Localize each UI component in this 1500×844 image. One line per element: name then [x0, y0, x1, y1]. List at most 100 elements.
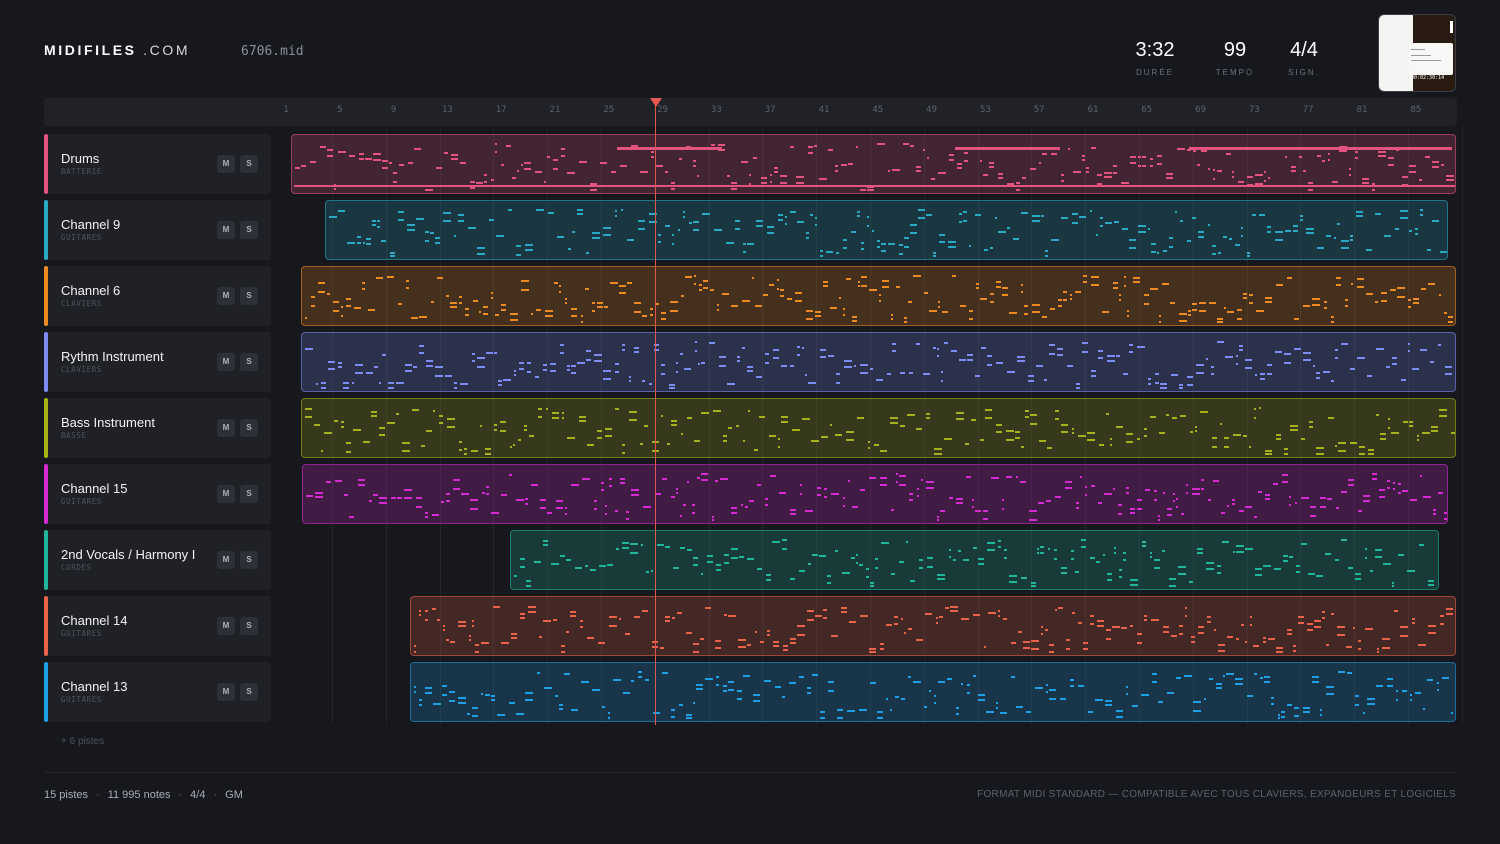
solo-button[interactable]: S — [240, 617, 258, 635]
playhead-line[interactable] — [655, 106, 656, 725]
note — [748, 410, 750, 412]
track-header[interactable]: Channel 13 GUITARES M S — [44, 662, 271, 722]
note — [797, 354, 800, 356]
solo-button[interactable]: S — [240, 551, 258, 569]
track-lane[interactable] — [302, 464, 1448, 524]
note — [1283, 555, 1288, 557]
note — [1350, 442, 1357, 444]
note — [933, 347, 936, 349]
note — [1116, 355, 1120, 357]
note — [886, 624, 892, 626]
mute-button[interactable]: M — [217, 419, 235, 437]
mute-button[interactable]: M — [217, 551, 235, 569]
note — [626, 511, 629, 513]
playhead-marker-icon[interactable] — [650, 98, 662, 107]
note — [715, 480, 718, 482]
solo-button[interactable]: S — [240, 287, 258, 305]
note — [554, 282, 558, 284]
solo-button[interactable]: S — [240, 683, 258, 701]
note — [1031, 648, 1039, 650]
note — [1163, 626, 1169, 628]
solo-button[interactable]: S — [240, 353, 258, 371]
note — [1335, 357, 1338, 359]
note — [545, 315, 553, 317]
track-lane[interactable] — [410, 662, 1456, 722]
note — [876, 379, 883, 381]
note — [1328, 159, 1330, 161]
note — [617, 147, 722, 150]
note — [1007, 183, 1014, 185]
note — [1392, 363, 1397, 365]
note — [379, 497, 387, 499]
note — [778, 446, 780, 448]
note — [315, 496, 323, 498]
note — [705, 678, 713, 680]
note — [1193, 150, 1196, 152]
mute-button[interactable]: M — [217, 617, 235, 635]
mute-button[interactable]: M — [217, 485, 235, 503]
track-name: Bass Instrument — [61, 415, 155, 430]
note — [1366, 293, 1373, 295]
more-tracks-link[interactable]: + 6 pistes — [61, 736, 104, 747]
note — [485, 453, 491, 455]
note — [561, 148, 565, 150]
mute-button[interactable]: M — [217, 221, 235, 239]
note — [528, 606, 536, 608]
note — [1199, 302, 1206, 304]
solo-button[interactable]: S — [240, 221, 258, 239]
track-lane[interactable] — [510, 530, 1439, 590]
site-logo[interactable]: MIDIFILES .COM — [44, 42, 190, 58]
mute-button[interactable]: M — [217, 155, 235, 173]
note — [601, 489, 604, 491]
track-lane[interactable] — [301, 332, 1456, 392]
mute-button[interactable]: M — [217, 287, 235, 305]
solo-button[interactable]: S — [240, 485, 258, 503]
note — [1420, 209, 1423, 211]
note — [944, 342, 948, 344]
note — [1420, 475, 1422, 477]
track-header[interactable]: 2nd Vocals / Harmony I CORDES M S — [44, 530, 271, 590]
solo-button[interactable]: S — [240, 419, 258, 437]
note — [661, 312, 666, 314]
note — [318, 291, 325, 293]
note — [1025, 416, 1029, 418]
note — [782, 696, 785, 698]
note — [1107, 573, 1112, 575]
track-lane[interactable] — [410, 596, 1456, 656]
mute-button[interactable]: M — [217, 353, 235, 371]
track-header[interactable]: Rythm Instrument CLAVIERS M S — [44, 332, 271, 392]
track-lane[interactable] — [301, 266, 1456, 326]
track-lane[interactable] — [301, 398, 1456, 458]
note — [680, 547, 685, 549]
note — [695, 350, 697, 352]
track-header[interactable]: Channel 6 CLAVIERS M S — [44, 266, 271, 326]
note — [605, 505, 607, 507]
note — [926, 481, 934, 483]
mute-button[interactable]: M — [217, 683, 235, 701]
note — [630, 543, 638, 545]
note — [1082, 155, 1085, 157]
track-lane[interactable] — [325, 200, 1448, 260]
note — [975, 510, 981, 512]
track-category: BATTERIE — [61, 167, 102, 176]
note — [1126, 492, 1129, 494]
track-header[interactable]: Bass Instrument BASSE M S — [44, 398, 271, 458]
timeline-ruler[interactable]: 1 5 9 13 17 21 25 29 33 37 41 45 49 53 57 61 65 69 73 77 81 8… — [44, 98, 1457, 126]
track-header[interactable]: Channel 9 GUITARES M S — [44, 200, 271, 260]
note — [1372, 473, 1377, 475]
video-thumbnail[interactable]: 00:02:30:14 — [1378, 14, 1456, 92]
note — [579, 416, 586, 418]
note — [810, 214, 813, 216]
solo-button[interactable]: S — [240, 155, 258, 173]
track-lane[interactable] — [291, 134, 1456, 194]
note — [1314, 620, 1321, 622]
note — [513, 444, 515, 446]
track-name: Channel 9 — [61, 217, 121, 232]
track-header[interactable]: Channel 15 GUITARES M S — [44, 464, 271, 524]
note — [1380, 438, 1386, 440]
note — [783, 645, 788, 647]
track-header[interactable]: Channel 14 GUITARES M S — [44, 596, 271, 656]
note — [948, 241, 956, 243]
track-header[interactable]: Drums BATTERIE M S — [44, 134, 271, 194]
note — [431, 301, 434, 303]
